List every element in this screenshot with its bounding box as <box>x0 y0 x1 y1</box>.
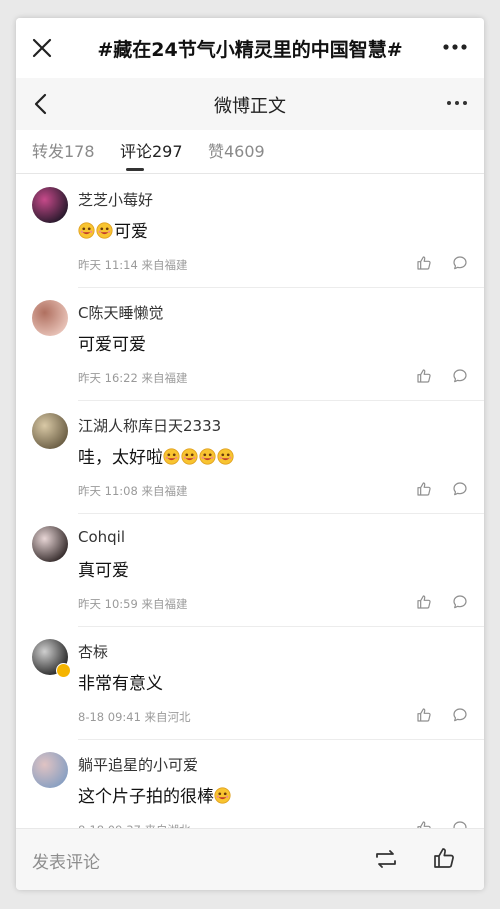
comment-text: 哇，太好啦 <box>78 443 235 468</box>
emoji-icon <box>181 448 198 465</box>
thumbs-up-icon[interactable] <box>416 255 432 271</box>
avatar[interactable] <box>32 413 68 449</box>
comment-meta: 昨天 16:22 来自福建 <box>78 371 188 385</box>
thumbs-up-icon[interactable] <box>416 481 432 497</box>
avatar[interactable] <box>32 187 68 223</box>
comment-item[interactable]: Cohqil 真可爱 昨天 10:59 来自福建 <box>16 514 484 627</box>
tab-likes[interactable]: 赞4609 <box>208 138 265 162</box>
top-bar: #藏在24节气小精灵里的中国智慧# <box>16 18 484 78</box>
comment-meta: 昨天 11:14 来自福建 <box>78 258 188 272</box>
comment-username[interactable]: C陈天睡懒觉 <box>78 302 163 323</box>
thumbs-up-icon[interactable] <box>416 594 432 610</box>
more-icon[interactable] <box>446 98 468 108</box>
comment-username[interactable]: 江湖人称库日天2333 <box>78 415 221 436</box>
comment-item[interactable]: 江湖人称库日天2333 哇，太好啦 昨天 11:08 来自福建 <box>16 401 484 514</box>
emoji-icon <box>214 787 231 804</box>
comment-meta: 昨天 10:59 来自福建 <box>78 597 188 611</box>
avatar[interactable] <box>32 300 68 336</box>
thumbs-up-icon[interactable] <box>416 368 432 384</box>
emoji-icon <box>78 222 95 239</box>
comment-text: 非常有意义 <box>78 669 163 694</box>
reply-icon[interactable] <box>452 255 468 271</box>
comment-username[interactable]: Cohqil <box>78 528 125 546</box>
comment-item[interactable]: 芝芝小莓好 可爱 昨天 11:14 来自福建 <box>16 175 484 288</box>
emoji-icon <box>217 448 234 465</box>
emoji-icon <box>199 448 216 465</box>
reply-icon[interactable] <box>452 481 468 497</box>
comment-text-value: 这个片子拍的很棒 <box>78 787 214 807</box>
thumbs-up-icon[interactable] <box>432 846 456 870</box>
avatar[interactable] <box>32 526 68 562</box>
verified-badge <box>56 663 71 678</box>
repost-icon[interactable] <box>374 848 398 870</box>
close-icon[interactable] <box>30 36 54 60</box>
bottom-bar: 发表评论 <box>16 828 484 890</box>
comment-text-value: 真可爱 <box>78 561 129 581</box>
comment-meta: 昨天 11:08 来自福建 <box>78 484 188 498</box>
comment-item[interactable]: 杏柡 非常有意义 8-18 09:41 来自河北 <box>16 627 484 740</box>
app-window: #藏在24节气小精灵里的中国智慧# 微博正文 转发178 评论297 赞4609… <box>16 18 484 890</box>
comment-text-value: 非常有意义 <box>78 674 163 694</box>
tab-bar: 转发178 评论297 赞4609 <box>16 130 484 174</box>
comment-username[interactable]: 芝芝小莓好 <box>78 189 153 210</box>
tab-reposts[interactable]: 转发178 <box>32 138 95 162</box>
emoji-icon <box>96 222 113 239</box>
nav-bar: 微博正文 <box>16 78 484 130</box>
thumbs-up-icon[interactable] <box>416 707 432 723</box>
emoji-icon <box>163 448 180 465</box>
comment-input[interactable]: 发表评论 <box>32 848 100 873</box>
reply-icon[interactable] <box>452 707 468 723</box>
reply-icon[interactable] <box>452 594 468 610</box>
page-title: #藏在24节气小精灵里的中国智慧# <box>97 39 403 61</box>
comment-item[interactable]: C陈天睡懒觉 可爱可爱 昨天 16:22 来自福建 <box>16 288 484 401</box>
tab-comments[interactable]: 评论297 <box>120 138 183 162</box>
comment-username[interactable]: 杏柡 <box>78 641 108 662</box>
comment-text-value: 哇，太好啦 <box>78 448 163 468</box>
comment-text-value: 可爱可爱 <box>78 335 146 355</box>
comment-username[interactable]: 躺平追星的小可爱 <box>78 754 198 775</box>
nav-title: 微博正文 <box>214 96 286 117</box>
more-icon[interactable] <box>442 40 468 54</box>
reply-icon[interactable] <box>452 368 468 384</box>
comment-text: 这个片子拍的很棒 <box>78 782 232 807</box>
comment-text-value: 可爱 <box>114 222 148 242</box>
comment-text: 可爱可爱 <box>78 330 146 355</box>
active-tab-indicator <box>126 168 144 171</box>
comment-text: 可爱 <box>78 217 148 242</box>
comment-text: 真可爱 <box>78 556 129 581</box>
avatar[interactable] <box>32 752 68 788</box>
comment-meta: 8-18 09:41 来自河北 <box>78 710 191 724</box>
